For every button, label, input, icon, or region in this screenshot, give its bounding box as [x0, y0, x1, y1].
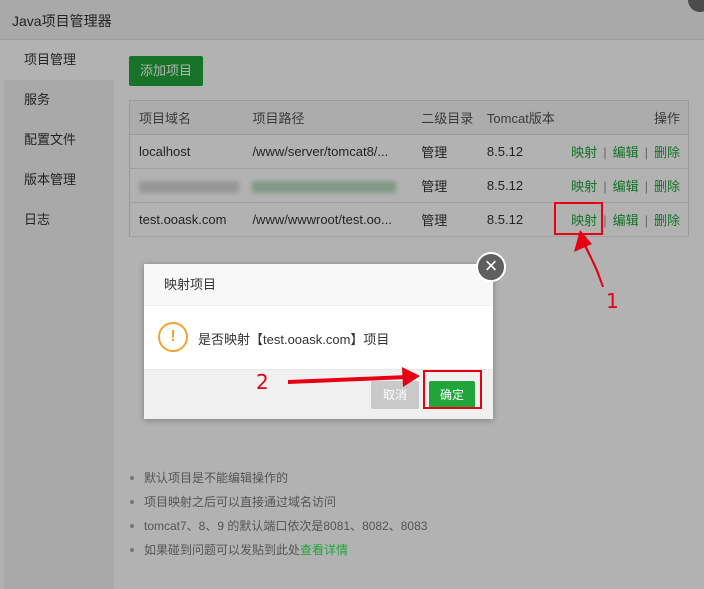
highlight-box-map-link — [554, 202, 603, 235]
highlight-box-confirm — [423, 370, 482, 409]
step-number-2: 2 — [256, 370, 269, 394]
arrowhead-2-icon — [402, 367, 420, 387]
annotation-layer — [288, 202, 604, 409]
step-number-1: 1 — [606, 289, 619, 313]
arrow-2-icon — [288, 375, 408, 384]
